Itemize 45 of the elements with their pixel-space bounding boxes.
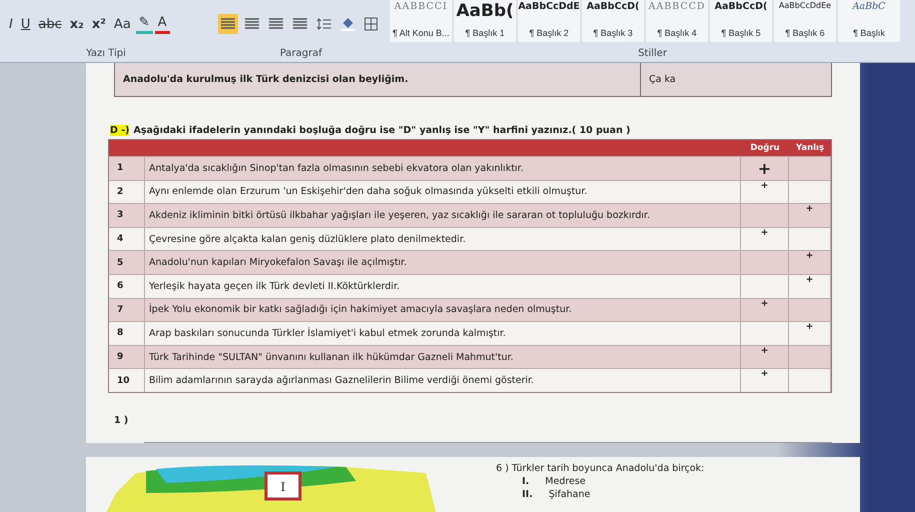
instruction-text: Aşağıdaki ifadelerin yanındaki boşluğa doğru ise "D" yanlış ise "Y" harfini yazınız.( 10 puan ) <box>133 125 630 136</box>
list-item-text: Şifahane <box>548 488 590 500</box>
format-button[interactable]: ✎ <box>136 14 153 34</box>
plus-mark: + <box>758 158 772 178</box>
roman-numeral: I. <box>522 476 530 487</box>
format-button[interactable]: x² <box>88 14 109 34</box>
plus-mark: + <box>806 251 814 262</box>
format-button[interactable]: A <box>154 14 170 34</box>
style-tile[interactable]: AaBbC ¶ Başlık <box>838 0 900 42</box>
plus-mark: + <box>760 369 768 380</box>
format-button[interactable]: abc <box>35 14 65 34</box>
table-cell-text: Ça ka <box>648 73 677 87</box>
style-tile[interactable]: AaBbCcDdEe ¶ Başlık 6 <box>774 0 836 42</box>
plus-mark: + <box>760 298 768 309</box>
plus-mark: + <box>760 180 768 191</box>
plus-mark: + <box>806 322 814 332</box>
format-button[interactable]: U <box>18 14 34 34</box>
plus-mark: + <box>760 228 768 238</box>
style-tile[interactable]: AABBCCD ¶ Başlık 4 <box>646 0 708 42</box>
format-button[interactable]: I <box>6 14 16 34</box>
plus-mark: + <box>806 274 814 285</box>
group-label: Paragraf <box>278 48 324 58</box>
style-tile[interactable]: AABBCCI ¶ Alt Konu B... <box>390 0 452 42</box>
section-tag: D -) <box>110 125 130 136</box>
group-label: Stiller <box>637 48 668 58</box>
column-header: Doğru <box>749 142 781 155</box>
column-header: Yanlış <box>794 142 826 155</box>
list-item-text: Medrese <box>545 476 586 487</box>
question-text: 6 ) Türkler tarih boyunca Anadolu'da birçok: <box>496 462 704 474</box>
style-tile[interactable]: AaBbCcD( ¶ Başlık 3 <box>582 0 644 42</box>
align-icon[interactable] <box>218 14 238 34</box>
map-label: I <box>280 480 286 494</box>
group-label: Yazı Tipi <box>85 48 127 58</box>
roman-numeral: II. <box>522 488 533 500</box>
plus-mark: + <box>806 204 814 214</box>
format-button[interactable]: Aa <box>110 14 134 34</box>
plus-mark: + <box>760 346 768 356</box>
statement-text: Bilim adamlarının sarayda ağırlanması Gaznelilerin Bilime verdiği önemi gösterir. <box>145 369 741 392</box>
question-number: 1 ) <box>114 414 130 426</box>
format-button[interactable]: x₂ <box>66 14 87 34</box>
style-tile[interactable]: AaBb( ¶ Başlık 1 <box>454 0 516 42</box>
style-tile[interactable]: AaBbCcD( ¶ Başlık 5 <box>710 0 772 42</box>
table-cell: Anadolu'da kurulmuş ilk Türk denizcisi olan beyliğim. <box>115 63 641 96</box>
style-tile[interactable]: AaBbCcDdE ¶ Başlık 2 <box>518 0 580 42</box>
row-number: 10 <box>109 369 145 392</box>
